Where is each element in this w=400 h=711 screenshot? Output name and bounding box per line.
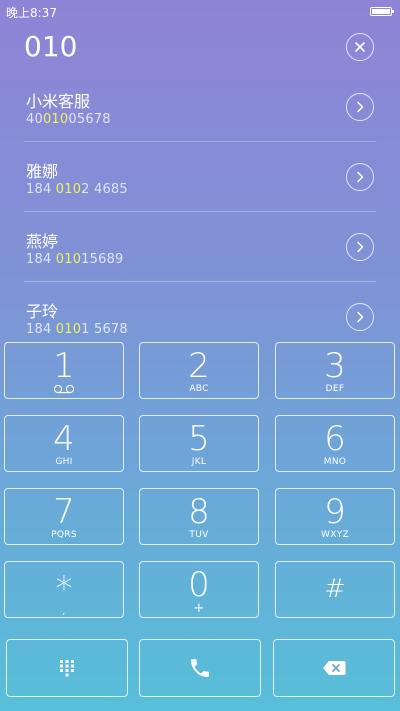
key-letters: WXYZ [321,530,349,540]
phone-prefix: 184 [26,252,56,267]
key-digit: # [324,574,346,604]
key-digit: 6 [324,419,346,459]
contact-row[interactable]: 燕婷 184 01015689 [0,212,400,282]
key-digit: 8 [188,492,210,532]
contact-row[interactable]: 雅娜 184 0102 4685 [0,142,400,212]
key-letters: , [62,607,66,617]
contact-phone: 184 01015689 [26,252,124,267]
chevron-right-icon [357,241,364,253]
key-letters: ABC [189,384,209,394]
contact-detail-button[interactable] [346,303,374,331]
key-digit: 5 [188,419,210,459]
key-letters: GHI [55,457,73,467]
key-9[interactable]: 9 WXYZ [275,488,395,545]
key-2[interactable]: 2 ABC [139,342,259,399]
key-letters: DEF [325,384,345,394]
contact-name: 雅娜 [26,162,59,181]
backspace-button[interactable] [273,639,395,697]
phone-match: 010 [55,252,82,267]
key-4[interactable]: 4 GHI [4,415,124,472]
phone-prefix: 40 [26,112,43,127]
phone-match: 010 [55,182,82,197]
contact-phone: 184 0102 4685 [26,182,128,197]
chevron-right-icon [357,311,364,323]
keypad-toggle-button[interactable] [6,639,128,697]
key-digit: 1 [53,346,75,386]
call-button[interactable] [139,639,261,697]
key-5[interactable]: 5 JKL [139,415,259,472]
keypad-grid-icon [60,660,74,677]
key-3[interactable]: 3 DEF [275,342,395,399]
key-star[interactable]: * , [4,561,124,618]
key-letters: TUV [189,530,209,540]
chevron-right-icon [357,171,364,183]
contact-phone: 184 0101 5678 [26,322,128,334]
phone-icon [191,659,209,677]
chevron-right-icon [357,101,364,113]
key-8[interactable]: 8 TUV [139,488,259,545]
contact-name: 小米客服 [26,92,91,111]
key-hash[interactable]: # [275,561,395,618]
phone-prefix: 184 [26,322,56,334]
phone-suffix: 1 5678 [81,322,128,334]
close-icon [355,42,365,52]
dialed-number: 010 [24,30,78,63]
key-digit: 7 [53,492,75,532]
phone-match: 010 [42,112,69,127]
contact-detail-button[interactable] [346,93,374,121]
key-letters: MNO [323,457,347,467]
key-7[interactable]: 7 PQRS [4,488,124,545]
contact-row[interactable]: 子玲 184 0101 5678 [0,282,400,334]
key-letters: PQRS [51,530,77,540]
key-digit: 4 [53,419,75,459]
contact-detail-button[interactable] [346,233,374,261]
clear-number-button[interactable] [346,33,374,61]
phone-match: 010 [55,322,82,334]
contact-phone: 4001005678 [26,112,111,127]
key-letters: JKL [191,457,207,467]
key-1[interactable]: 1 [4,342,124,399]
contact-detail-button[interactable] [346,163,374,191]
phone-suffix: 15689 [81,252,124,267]
phone-suffix: 2 4685 [81,182,128,197]
phone-prefix: 184 [26,182,56,197]
contact-name: 燕婷 [26,232,59,251]
phone-suffix: 05678 [68,112,111,127]
contact-name: 子玲 [26,302,59,321]
key-digit: 3 [324,346,346,386]
key-digit: 9 [324,492,346,532]
status-time: 晚上8:37 [6,6,57,20]
contact-row[interactable]: 小米客服 4001005678 [0,72,400,142]
key-digit: 2 [188,346,210,386]
status-bar: 晚上8:37 [0,0,400,22]
key-digit: 0 [188,565,210,605]
key-digit: * [55,569,73,609]
backspace-icon [323,661,346,675]
key-0[interactable]: 0 + [139,561,259,618]
contact-results-list[interactable]: 小米客服 4001005678 雅娜 184 0102 4685 燕婷 184 … [0,72,400,334]
battery-icon [370,7,394,16]
key-6[interactable]: 6 MNO [275,415,395,472]
key-letters: + [193,601,205,616]
